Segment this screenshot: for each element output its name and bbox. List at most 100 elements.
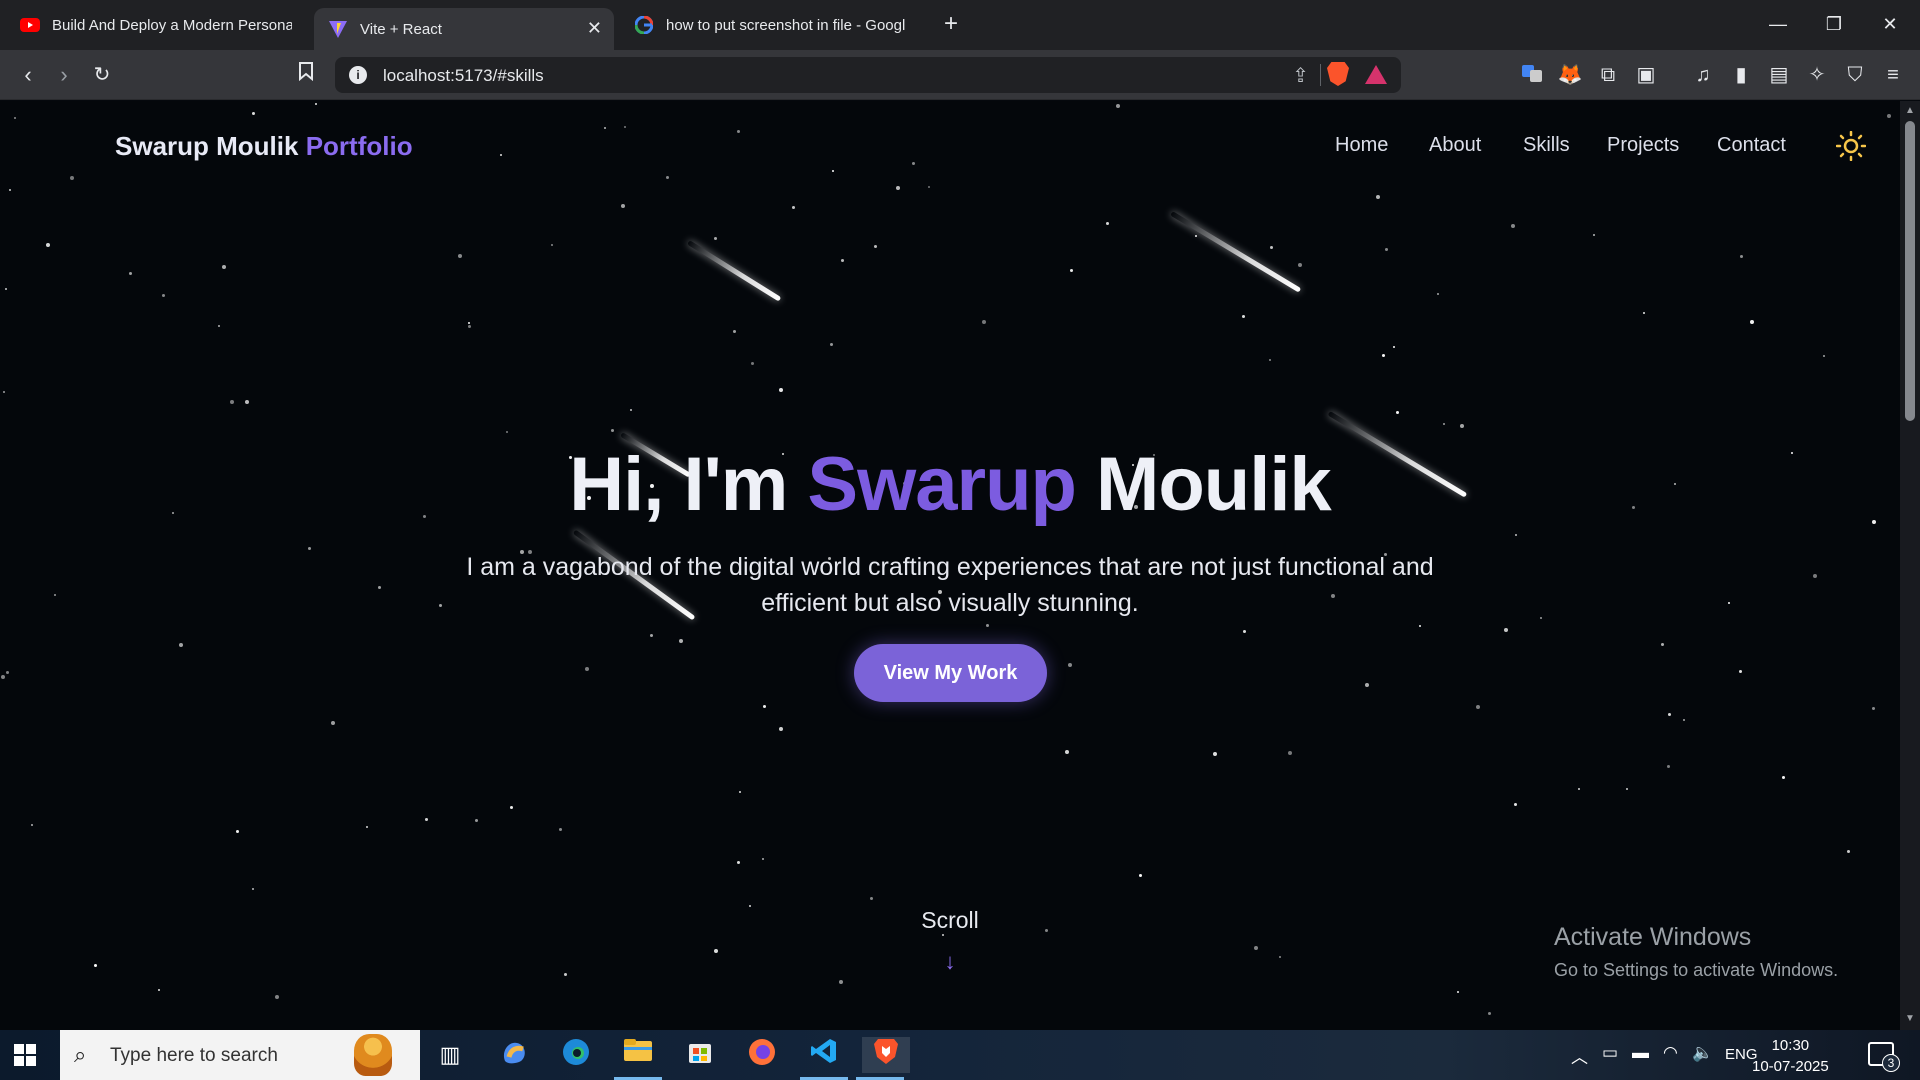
close-window-button[interactable]: ✕: [1860, 8, 1920, 40]
tab-youtube[interactable]: Build And Deploy a Modern Personal: [6, 6, 316, 44]
star-dot: [714, 237, 717, 240]
star-dot: [308, 547, 311, 550]
star-dot: [714, 949, 718, 953]
forward-button[interactable]: ›: [48, 60, 80, 92]
microsoft-store-icon[interactable]: [682, 1037, 718, 1073]
reload-button[interactable]: ↻: [86, 60, 118, 92]
star-dot: [733, 330, 736, 333]
scrollbar-thumb[interactable]: [1905, 121, 1915, 421]
metamask-icon[interactable]: 🦊: [1557, 62, 1583, 88]
nav-about[interactable]: About: [1429, 134, 1481, 157]
url-text[interactable]: localhost:5173/#skills: [383, 66, 544, 86]
star-dot: [1813, 574, 1817, 578]
close-tab-icon[interactable]: ✕: [587, 18, 602, 39]
star-dot: [737, 861, 740, 864]
star-dot: [1578, 788, 1580, 790]
brave-shields-icon[interactable]: [1327, 62, 1349, 86]
menu-icon[interactable]: ≡: [1880, 62, 1906, 88]
star-dot: [1243, 630, 1246, 633]
brave-rewards-icon[interactable]: [1365, 65, 1387, 84]
star-dot: [1382, 354, 1385, 357]
star-dot: [70, 176, 74, 180]
volume-icon[interactable]: 🔈: [1692, 1043, 1713, 1063]
leo-ai-icon[interactable]: ✧: [1804, 62, 1830, 88]
star-dot: [1460, 424, 1464, 428]
address-bar[interactable]: i localhost:5173/#skills ⇪: [335, 57, 1401, 93]
search-icon: ⌕: [74, 1042, 87, 1067]
star-dot: [1437, 293, 1439, 295]
tab-title: Vite + React: [360, 20, 442, 38]
notification-count: 3: [1882, 1054, 1900, 1072]
star-dot: [1443, 423, 1445, 425]
edge-browser-icon[interactable]: [558, 1037, 594, 1073]
sidebar-icon[interactable]: ▮: [1728, 62, 1754, 88]
notification-center-icon[interactable]: 3: [1868, 1042, 1900, 1072]
windows-start-icon[interactable]: [14, 1044, 36, 1066]
star-dot: [500, 154, 502, 156]
google-icon: [634, 15, 654, 35]
theme-toggle-sun-icon[interactable]: [1835, 130, 1867, 162]
show-hidden-icons[interactable]: ︿: [1571, 1043, 1588, 1068]
system-clock[interactable]: 10:30 10-07-2025: [1752, 1035, 1829, 1077]
clock-time: 10:30: [1771, 1037, 1810, 1054]
star-dot: [779, 727, 783, 731]
copilot-icon[interactable]: [496, 1037, 532, 1073]
star-dot: [31, 824, 33, 826]
new-tab-button[interactable]: +: [936, 10, 966, 40]
nav-skills[interactable]: Skills: [1523, 134, 1570, 157]
battery-icon[interactable]: ▬: [1632, 1043, 1649, 1063]
media-icon[interactable]: ♫: [1690, 62, 1716, 88]
star-dot: [458, 254, 462, 258]
nav-projects[interactable]: Projects: [1607, 134, 1679, 157]
hero-greeting: Hi, I'm: [569, 442, 788, 527]
site-info-icon[interactable]: i: [349, 66, 367, 84]
star-dot: [1070, 269, 1073, 272]
wifi-icon[interactable]: ◠: [1663, 1043, 1678, 1063]
bookmark-icon[interactable]: [290, 60, 322, 92]
portfolio-page: Swarup Moulik Portfolio Home About Skill…: [0, 101, 1900, 1030]
minimize-button[interactable]: —: [1748, 8, 1808, 40]
translate-icon[interactable]: [1519, 62, 1545, 88]
site-logo[interactable]: Swarup Moulik Portfolio: [115, 131, 413, 162]
share-icon[interactable]: ⇪: [1292, 63, 1309, 88]
brave-browser-icon[interactable]: [856, 1037, 910, 1080]
arrow-down-icon[interactable]: ↓: [939, 949, 961, 974]
meet-now-icon[interactable]: ▭: [1602, 1043, 1618, 1063]
vscode-icon[interactable]: [800, 1037, 848, 1080]
scroll-down-arrow-icon[interactable]: ▼: [1905, 1014, 1915, 1024]
task-view-icon[interactable]: ▥: [432, 1037, 468, 1073]
wallet-icon[interactable]: ▤: [1766, 62, 1792, 88]
file-explorer-icon[interactable]: [614, 1037, 662, 1080]
firefox-icon[interactable]: [744, 1037, 780, 1073]
star-dot: [158, 989, 160, 991]
star-dot: [236, 830, 239, 833]
nav-contact[interactable]: Contact: [1717, 134, 1786, 157]
star-dot: [1593, 234, 1595, 236]
screenshot-icon[interactable]: ▣: [1633, 62, 1659, 88]
star-dot: [1668, 713, 1671, 716]
view-my-work-button[interactable]: View My Work: [854, 644, 1047, 702]
star-dot: [679, 639, 683, 643]
star-dot: [621, 204, 625, 208]
star-dot: [1667, 765, 1670, 768]
taskbar-search-box[interactable]: ⌕ Type here to search: [60, 1030, 420, 1080]
star-dot: [14, 117, 16, 119]
vite-icon: [328, 19, 348, 39]
star-dot: [666, 176, 669, 179]
nav-home[interactable]: Home: [1335, 134, 1388, 157]
star-dot: [252, 888, 254, 890]
back-button[interactable]: ‹: [12, 60, 44, 92]
vpn-shield-icon[interactable]: ⛉: [1842, 62, 1868, 88]
tab-google-search[interactable]: how to put screenshot in file - Googl: [620, 6, 920, 44]
scroll-up-arrow-icon[interactable]: ▲: [1905, 106, 1915, 116]
restore-button[interactable]: ❐: [1804, 8, 1864, 40]
star-dot: [1488, 1012, 1491, 1015]
star-dot: [841, 259, 844, 262]
star-dot: [928, 186, 930, 188]
watermark-title: Activate Windows: [1554, 923, 1752, 951]
extensions-icon[interactable]: ⧉: [1595, 62, 1621, 88]
star-dot: [6, 671, 9, 674]
star-dot: [315, 103, 317, 105]
star-dot: [1823, 355, 1825, 357]
tab-vite-react[interactable]: Vite + React ✕: [314, 8, 614, 50]
